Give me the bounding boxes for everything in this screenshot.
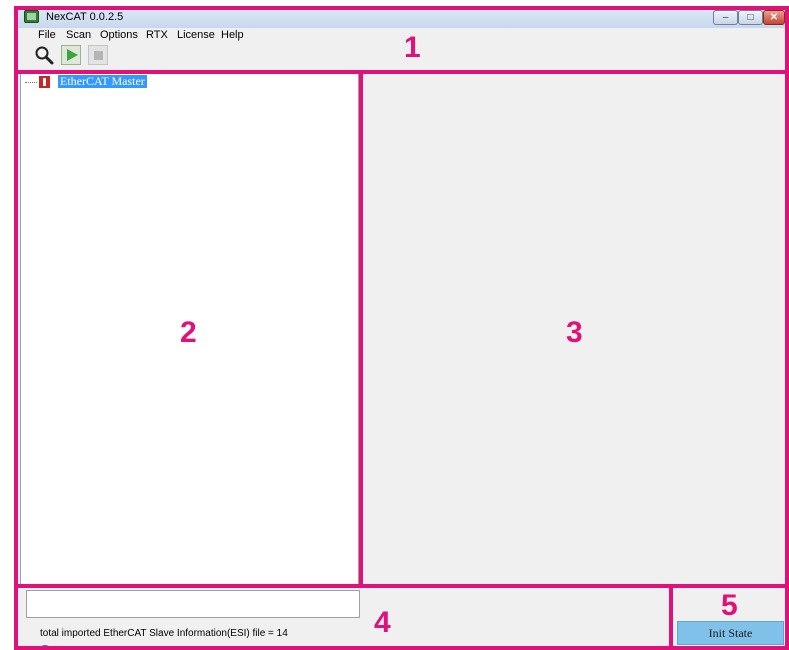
callout-number-1: 1 [404,31,421,64]
callout-number-3: 3 [566,316,583,349]
callout-box-4 [14,584,673,650]
callout-number-2: 2 [180,316,197,349]
callout-number-5: 5 [721,589,738,622]
callout-box-1 [14,6,789,74]
callout-number-4: 4 [374,606,391,639]
